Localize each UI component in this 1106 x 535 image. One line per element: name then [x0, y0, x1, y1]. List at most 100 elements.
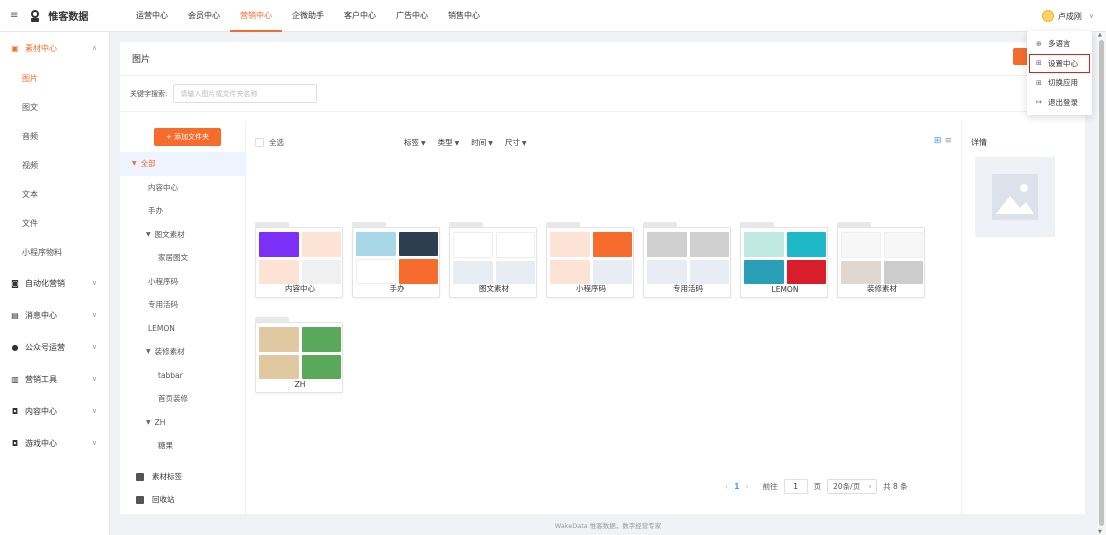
- list-view-icon[interactable]: ≡: [944, 136, 952, 146]
- user-name[interactable]: 卢成刚: [1058, 11, 1082, 22]
- sidebar-item[interactable]: 视频: [0, 151, 109, 180]
- nav-item[interactable]: 运营中心: [126, 0, 178, 32]
- user-avatar[interactable]: [1041, 10, 1054, 22]
- folder-card[interactable]: 小程序码: [546, 222, 634, 298]
- folder-body: 装修素材: [837, 227, 925, 298]
- sidebar-group[interactable]: ▤ 消息中心 ∨: [0, 299, 109, 331]
- menu-toggle-icon[interactable]: ≡: [10, 10, 18, 21]
- folder-card[interactable]: LEMON: [740, 222, 828, 298]
- nav-item[interactable]: 广告中心: [386, 0, 438, 32]
- view-toggle[interactable]: ⊞ ≡: [934, 136, 952, 146]
- dropdown-item[interactable]: ⊞ 设置中心: [1029, 53, 1090, 73]
- tree-node[interactable]: 手办: [120, 199, 246, 223]
- prev-page-icon[interactable]: ‹: [725, 482, 728, 491]
- thumbnail-image: [356, 232, 396, 256]
- tree-node[interactable]: 家居图文: [120, 246, 246, 270]
- tree-node[interactable]: ▼ 图文素材: [120, 223, 246, 247]
- tree-node[interactable]: LEMON: [120, 317, 246, 341]
- folder-card[interactable]: 装修素材: [837, 222, 925, 298]
- sidebar-group[interactable]: ▥ 营销工具 ∨: [0, 363, 109, 395]
- caret-down-icon[interactable]: ▼: [132, 160, 137, 167]
- folder-card[interactable]: 图文素材: [449, 222, 537, 298]
- add-folder-button[interactable]: + 添加文件夹: [154, 128, 221, 146]
- sidebar-group[interactable]: ◘ 游戏中心 ∨: [0, 427, 109, 459]
- folder-card[interactable]: 内容中心: [255, 222, 343, 298]
- chat-icon: ●: [11, 342, 19, 352]
- chevron-down-icon: ∨: [91, 375, 97, 383]
- thumbnail-image: [550, 232, 590, 257]
- scroll-up-icon[interactable]: ▲: [1098, 32, 1102, 38]
- tree-node[interactable]: ▼ ZH: [120, 411, 246, 435]
- sidebar-item[interactable]: 小程序物料: [0, 238, 109, 267]
- current-page[interactable]: 1: [734, 482, 739, 491]
- chevron-down-icon[interactable]: ∨: [1089, 12, 1094, 20]
- thumbnail-image: [592, 259, 632, 284]
- page-scrollbar[interactable]: ▲ ▼: [1097, 32, 1106, 535]
- chevron-down-icon: ∨: [91, 343, 97, 351]
- next-page-icon[interactable]: ›: [745, 482, 748, 491]
- sidebar-group[interactable]: ◘ 内容中心 ∨: [0, 395, 109, 427]
- scrollbar-thumb[interactable]: [1099, 40, 1104, 526]
- tree-node[interactable]: tabbar: [120, 364, 246, 388]
- caret-down-icon: ▼: [421, 139, 426, 147]
- sidebar-item[interactable]: 图文: [0, 93, 109, 122]
- thumbnail-image: [744, 259, 784, 284]
- sidebar-group[interactable]: ◙ 自动化营销 ∨: [0, 267, 109, 299]
- nav-item[interactable]: 销售中心: [438, 0, 490, 32]
- caret-down-icon[interactable]: ▼: [146, 348, 151, 355]
- tree-node-label: 图文素材: [154, 229, 185, 239]
- sidebar-group[interactable]: ▣ 素材中心 ∧: [0, 32, 109, 64]
- thumbnail-image: [259, 354, 299, 379]
- filter-dropdown[interactable]: 类型 ▼: [438, 137, 460, 148]
- tree-node[interactable]: 首页装修: [120, 387, 246, 411]
- sidebar-item[interactable]: 文本: [0, 180, 109, 209]
- filter-label: 时间: [471, 137, 487, 147]
- user-menu[interactable]: 卢成刚 ∨: [1041, 0, 1094, 32]
- folder-card[interactable]: ZH: [255, 317, 343, 393]
- tree-node[interactable]: ▼ 全部: [120, 152, 246, 176]
- filter-dropdown[interactable]: 时间 ▼: [471, 137, 493, 148]
- tree-node[interactable]: 小程序码: [120, 270, 246, 294]
- select-all[interactable]: 全选: [255, 137, 284, 148]
- folder-name: 小程序码: [576, 284, 606, 293]
- filter-dropdown[interactable]: 标签 ▼: [404, 137, 426, 148]
- sidebar-item[interactable]: 音频: [0, 122, 109, 151]
- dropdown-item[interactable]: ⊞ 切换应用: [1027, 73, 1092, 93]
- search-input[interactable]: [173, 84, 318, 103]
- folder-card[interactable]: 手办: [352, 222, 440, 298]
- material-tags-link[interactable]: 素材标签: [120, 465, 246, 488]
- chevron-down-icon: ∨: [91, 439, 97, 447]
- goto-page-input[interactable]: 1: [783, 478, 808, 494]
- folder-tree: ▼ 全部 内容中心 手办 ▼ 图文素材 家居图文 小程序码 专用活码 LEMON ▼ 装修素材 tabb…: [120, 152, 246, 458]
- nav-item[interactable]: 客户中心: [334, 0, 386, 32]
- thumbnail-image: [398, 258, 438, 284]
- grid-view-icon[interactable]: ⊞: [934, 136, 942, 146]
- sidebar-item[interactable]: 图片: [0, 64, 109, 93]
- nav-item[interactable]: 营销中心: [230, 0, 282, 32]
- bar-chart-icon: ▥: [11, 374, 19, 384]
- scroll-down-icon[interactable]: ▼: [1098, 529, 1102, 535]
- tree-node[interactable]: 糖果: [120, 434, 246, 458]
- tree-node[interactable]: ▼ 装修素材: [120, 340, 246, 364]
- sidebar-group[interactable]: ● 公众号运营 ∨: [0, 331, 109, 363]
- tree-node[interactable]: 内容中心: [120, 176, 246, 200]
- nav-item[interactable]: 会员中心: [178, 0, 230, 32]
- dropdown-item[interactable]: ↦ 退出登录: [1027, 93, 1092, 113]
- dropdown-item-label: 退出登录: [1048, 97, 1078, 107]
- dropdown-item[interactable]: ⊕ 多语言: [1027, 34, 1092, 54]
- folder-card[interactable]: 专用活码: [643, 222, 731, 298]
- select-all-checkbox[interactable]: [255, 137, 264, 147]
- tree-node[interactable]: 专用活码: [120, 293, 246, 317]
- nav-item[interactable]: 企微助手: [282, 0, 334, 32]
- caret-down-icon[interactable]: ▼: [146, 231, 151, 238]
- sidebar-item[interactable]: 文件: [0, 209, 109, 238]
- filter-dropdown[interactable]: 尺寸 ▼: [505, 137, 527, 148]
- footer: WakeData 惟客数据，数字经营专家: [554, 521, 662, 530]
- folder-name: 图文素材: [479, 284, 509, 293]
- recycle-bin-link[interactable]: 回收站: [120, 488, 246, 511]
- page-size-select[interactable]: 20条/页 ∨: [827, 478, 878, 494]
- robot-icon: ◙: [11, 278, 19, 288]
- thumbnail-image: [744, 232, 784, 257]
- caret-down-icon[interactable]: ▼: [146, 419, 151, 426]
- thumbnail-image: [259, 232, 299, 257]
